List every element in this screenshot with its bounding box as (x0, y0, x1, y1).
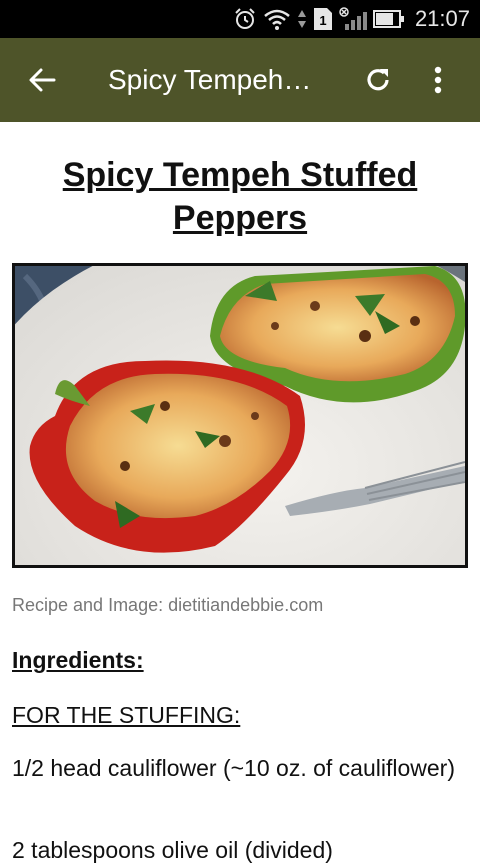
alarm-icon (233, 7, 257, 31)
svg-text:1: 1 (319, 13, 326, 28)
back-button[interactable] (0, 38, 84, 122)
stuffing-heading: FOR THE STUFFING: (12, 702, 241, 728)
signal-icon (339, 7, 367, 31)
overflow-menu-button[interactable] (408, 38, 468, 122)
sim-card-icon: 1 (313, 7, 333, 31)
ingredients-heading: Ingredients: (12, 647, 144, 673)
app-bar-title: Spicy Tempeh… (108, 64, 312, 95)
recipe-title: Spicy Tempeh Stuffed Peppers (62, 156, 418, 237)
recipe-content: Spicy Tempeh Stuffed Peppers Recipe and … (0, 122, 480, 863)
recipe-credit: Recipe and Image: dietitiandebbie.com (12, 595, 324, 615)
ingredient-item: 2 tablespoons olive oil (divided) (12, 837, 333, 863)
battery-icon (372, 9, 405, 29)
app-bar: Spicy Tempeh… (0, 38, 480, 122)
ingredient-item: 1/2 head cauliflower (~10 oz. of caulifl… (12, 755, 455, 781)
wifi-icon (263, 7, 291, 31)
refresh-button[interactable] (348, 38, 408, 122)
recipe-photo (12, 263, 468, 568)
arrow-back-icon (29, 68, 56, 92)
data-arrows-icon (297, 8, 307, 30)
status-time: 21:07 (414, 6, 470, 31)
refresh-icon (367, 69, 389, 91)
status-bar: 1 21:07 (0, 0, 480, 38)
more-vert-icon (434, 66, 442, 94)
